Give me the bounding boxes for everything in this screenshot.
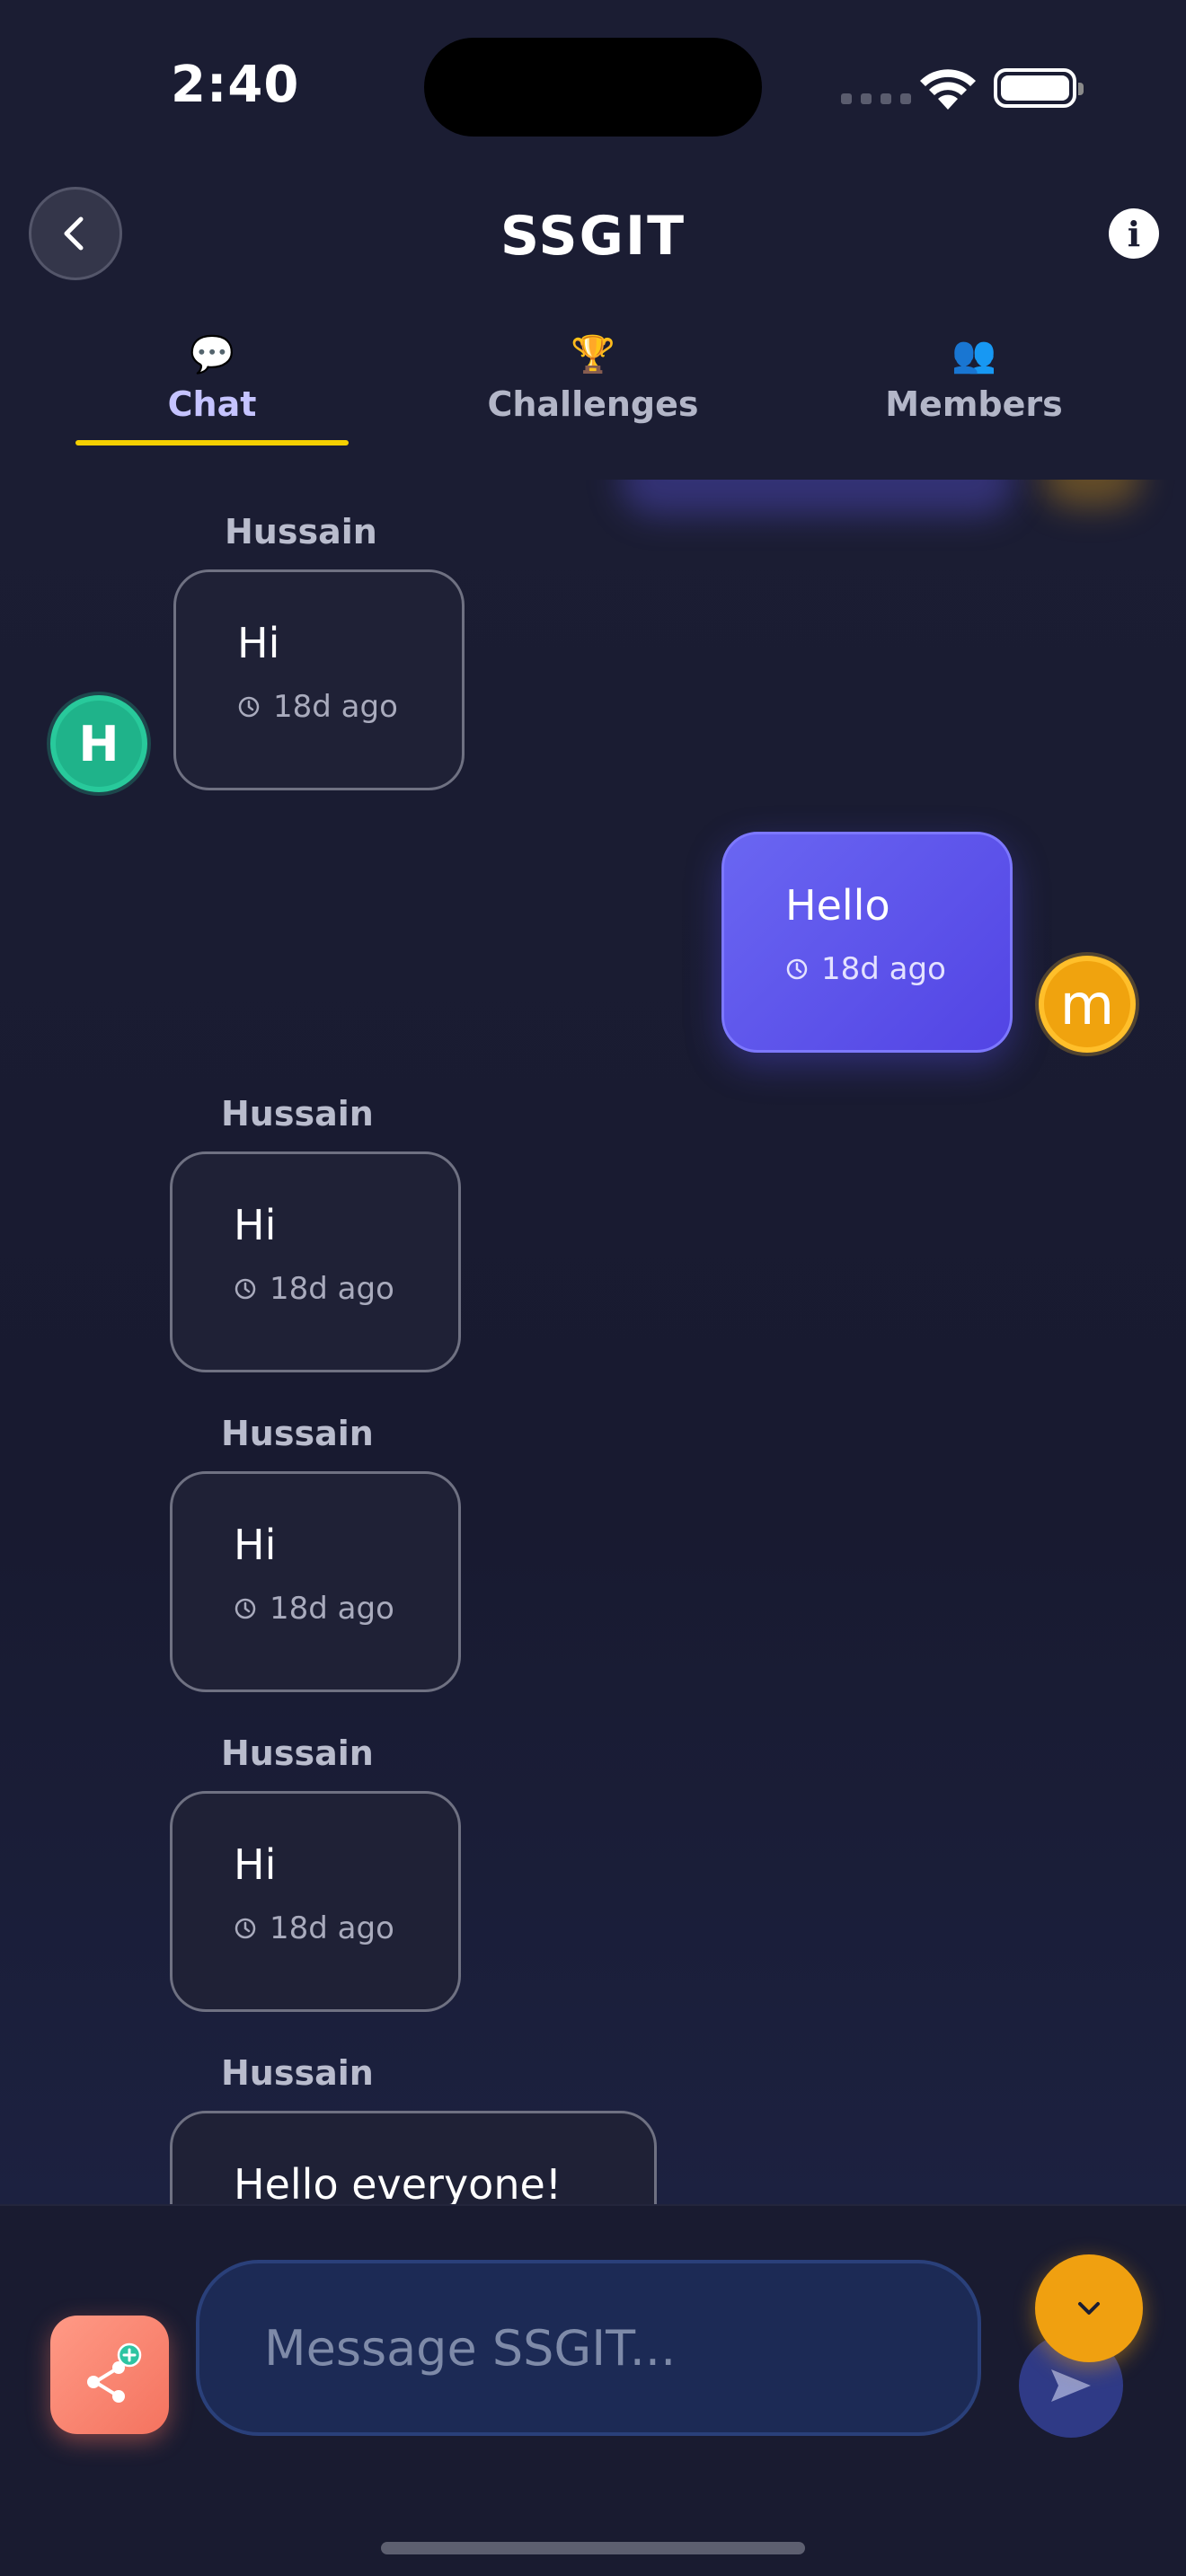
active-tab-indicator <box>75 440 349 446</box>
share-add-icon <box>87 2342 142 2403</box>
avatar[interactable]: H <box>50 695 147 792</box>
tab-members[interactable]: 👥 Members <box>837 331 1111 438</box>
tab-label: Challenges <box>487 384 699 424</box>
chevron-down-icon <box>1078 2302 1100 2315</box>
message-bubble[interactable]: Hi 18d ago <box>173 569 465 790</box>
message-list[interactable]: Hussain Hi 18d ago H Hello 18d ago m Hus… <box>0 480 1186 2204</box>
tab-chat[interactable]: 💬 Chat <box>75 331 349 438</box>
message-input[interactable] <box>196 2260 981 2436</box>
chat-bubble-icon: 💬 <box>190 334 235 375</box>
message-text: Hello everyone! <box>234 2160 562 2204</box>
message-text: Hello <box>785 881 890 930</box>
message-text: Hi <box>234 1201 277 1249</box>
message-time: 18d ago <box>234 1271 458 1307</box>
own-message-bubble[interactable]: Hello 18d ago <box>721 832 1013 1053</box>
message-text: Hi <box>237 619 280 667</box>
home-indicator[interactable] <box>381 2542 805 2554</box>
timestamp: 18d ago <box>273 689 398 725</box>
dynamic-island <box>424 38 762 137</box>
message-text: Hi <box>234 1840 277 1889</box>
message-time: 18d ago <box>234 1591 458 1627</box>
message-composer <box>0 2204 1186 2576</box>
wifi-icon <box>920 69 976 110</box>
sender-name: Hussain <box>221 1734 374 1773</box>
page-title: SSGIT <box>500 205 686 268</box>
message-bubble[interactable]: Hi 18d ago <box>170 1471 461 1692</box>
clock-icon <box>786 958 808 980</box>
status-time: 2:40 <box>171 56 300 114</box>
avatar-glow <box>1042 480 1141 507</box>
clock-icon <box>235 1278 256 1300</box>
tab-label: Chat <box>167 384 257 424</box>
tab-challenges[interactable]: 🏆 Challenges <box>456 331 730 438</box>
sender-name: Hussain <box>221 1414 374 1453</box>
timestamp: 18d ago <box>270 1271 394 1307</box>
clock-icon <box>238 696 260 718</box>
message-bubble[interactable]: Hi 18d ago <box>170 1151 461 1372</box>
timestamp: 18d ago <box>270 1591 394 1627</box>
sender-name: Hussain <box>221 1094 374 1134</box>
info-icon: i <box>1127 213 1141 254</box>
scroll-to-bottom-button[interactable] <box>1035 2254 1143 2362</box>
status-bar: 2:40 <box>0 0 1186 171</box>
share-button[interactable] <box>50 2316 169 2434</box>
clock-icon <box>235 1598 256 1619</box>
trophy-icon: 🏆 <box>571 334 615 375</box>
message-bubble[interactable]: Hi 18d ago <box>170 1791 461 2012</box>
avatar[interactable]: m <box>1039 956 1136 1053</box>
sender-name: Hussain <box>225 512 377 551</box>
message-time: 18d ago <box>785 951 1010 987</box>
tab-bar: 💬 Chat 🏆 Challenges 👥 Members <box>0 331 1186 438</box>
message-time: 18d ago <box>237 689 462 725</box>
message-bubble[interactable]: Hello everyone! <box>170 2111 657 2204</box>
send-icon <box>1051 2369 1091 2402</box>
members-icon: 👥 <box>951 334 996 375</box>
info-button[interactable]: i <box>1109 208 1159 259</box>
chat-header: SSGIT i 💬 Chat 🏆 Challenges 👥 Members <box>0 171 1186 476</box>
sender-name: Hussain <box>221 2053 374 2093</box>
cellular-signal-icon <box>841 93 911 104</box>
message-time: 18d ago <box>234 1910 458 1946</box>
battery-icon <box>994 68 1084 108</box>
tab-label: Members <box>885 384 1063 424</box>
timestamp: 18d ago <box>821 951 946 987</box>
clock-icon <box>235 1918 256 1939</box>
message-glow <box>620 480 1015 516</box>
timestamp: 18d ago <box>270 1910 394 1946</box>
message-text: Hi <box>234 1521 277 1569</box>
